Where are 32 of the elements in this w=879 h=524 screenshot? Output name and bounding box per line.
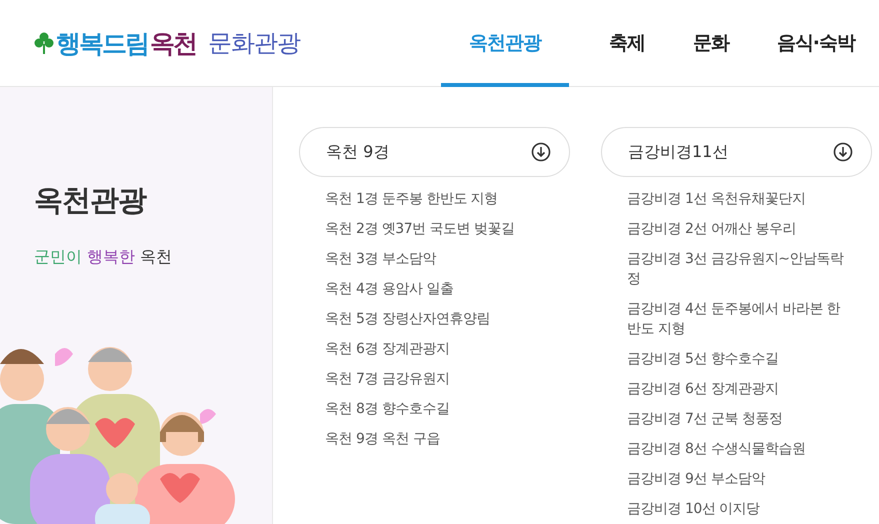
download-icon xyxy=(531,142,551,162)
list-link[interactable]: 금강비경 2선 어깨산 봉우리 xyxy=(627,219,847,239)
download-icon xyxy=(833,142,853,162)
list-link[interactable]: 금강비경 8선 수생식물학습원 xyxy=(627,439,847,459)
logo-text: 옥천 xyxy=(150,28,196,60)
nav-tab[interactable]: 음식·숙박 xyxy=(752,0,879,86)
sidebar-subtitle: 군민이 행복한 옥천 xyxy=(34,247,172,268)
list-link[interactable]: 옥천 8경 향수호수길 xyxy=(325,399,545,419)
list-link[interactable]: 옥천 2경 옛37번 국도변 벚꽃길 xyxy=(325,219,545,239)
dropdown-button[interactable]: 금강비경11선 xyxy=(601,127,872,177)
list-link[interactable]: 금강비경 3선 금강유원지~안남독락정 xyxy=(627,249,847,289)
list-link[interactable]: 옥천 4경 용암사 일출 xyxy=(325,279,545,299)
list-link[interactable]: 옥천 5경 장령산자연휴양림 xyxy=(325,309,545,329)
list-link[interactable]: 옥천 7경 금강유원지 xyxy=(325,369,545,389)
nav-tab[interactable]: 문화 xyxy=(668,0,753,86)
list-link[interactable]: 옥천 9경 옥천 구읍 xyxy=(325,429,545,449)
list-link[interactable]: 옥천 3경 부소담악 xyxy=(325,249,545,269)
list-link[interactable]: 금강비경 5선 향수호수길 xyxy=(627,349,847,369)
logo-text: 문화관광 xyxy=(208,28,300,59)
sidebar-title: 옥천관광 xyxy=(34,182,146,219)
list-link[interactable]: 금강비경 6선 장계관광지 xyxy=(627,379,847,399)
list-link[interactable]: 옥천 6경 장계관광지 xyxy=(325,339,545,359)
logo-text: 행복드림 xyxy=(56,28,148,60)
list-link[interactable]: 금강비경 7선 군북 청풍정 xyxy=(627,409,847,429)
list-link[interactable]: 옥천 1경 둔주봉 한반도 지형 xyxy=(325,189,545,209)
list-link[interactable]: 금강비경 9선 부소담악 xyxy=(627,469,847,489)
nav-tab[interactable]: 축제 xyxy=(584,0,669,86)
list-link[interactable]: 금강비경 10선 이지당 xyxy=(627,499,847,519)
clover-icon xyxy=(34,32,54,54)
list-link[interactable]: 금강비경 4선 둔주봉에서 바라본 한반도 지형 xyxy=(627,299,847,339)
dropdown-button[interactable]: 옥천 9경 xyxy=(299,127,570,177)
list-link[interactable]: 금강비경 1선 옥천유채꽃단지 xyxy=(627,189,847,209)
